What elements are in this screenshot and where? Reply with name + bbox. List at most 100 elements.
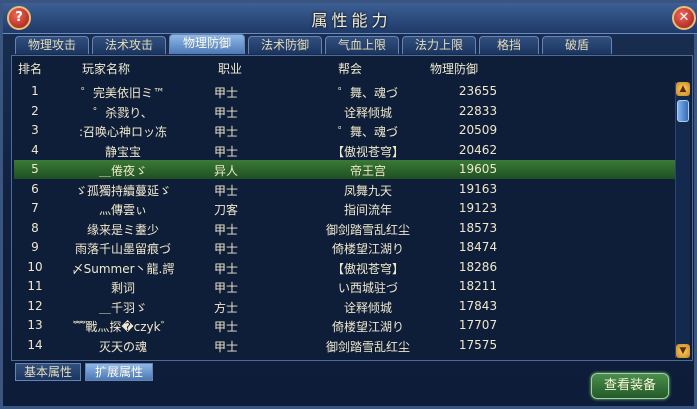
row-defense: 18474: [458, 240, 498, 254]
row-job: 异人: [214, 164, 239, 178]
tab-shield-break[interactable]: 破盾: [542, 36, 612, 54]
table-row[interactable]: 2 ゜杀戮り、 甲士 诠释倾城 22833: [14, 102, 676, 121]
table-row[interactable]: 7 灬傳雲ぃ 刀客 指间流年 19123: [14, 199, 676, 218]
row-defense: 23655: [458, 84, 498, 98]
row-defense: 19123: [458, 201, 498, 215]
row-player-name: ゜完美依旧ミ™: [80, 86, 165, 100]
tab-magic-defense[interactable]: 法术防御: [248, 36, 322, 54]
row-rank: 5: [31, 162, 39, 176]
row-guild: 帝王宫: [349, 164, 386, 178]
row-job: 甲士: [214, 261, 239, 276]
row-player-name: :召唤心神ロッ冻: [78, 125, 168, 139]
tab-mp-max[interactable]: 法力上限: [402, 36, 476, 54]
scroll-down-icon[interactable]: ▼: [676, 344, 690, 358]
row-player-name: 缘来是ミ耋少: [86, 222, 159, 237]
row-guild: 指间流年: [343, 203, 392, 217]
tab-physical-defense[interactable]: 物理防御: [169, 34, 245, 54]
table-row[interactable]: 9 雨落千山墨留痕づ 甲士 倚楼望江湖り 18474: [14, 238, 676, 257]
table-row[interactable]: 3 :召唤心神ロッ冻 甲士 ゜舞、魂づ 20509: [14, 121, 676, 140]
tab-physical-attack[interactable]: 物理攻击: [15, 36, 89, 54]
tab-basic-attributes[interactable]: 基本属性: [15, 363, 81, 381]
tab-magic-attack[interactable]: 法术攻击: [92, 36, 166, 54]
tab-extended-attributes[interactable]: 扩展属性: [85, 363, 153, 381]
scrollbar[interactable]: ▲ ▼: [675, 82, 690, 358]
table-row[interactable]: 10 〆Summer丶龍.諤 甲士 【傲视苍穹】 18286: [14, 258, 676, 277]
row-job: 方士: [214, 300, 239, 315]
row-rank: 9: [31, 240, 39, 254]
row-guild: い西城驻づ: [337, 281, 398, 295]
view-equipment-button[interactable]: 查看装备: [591, 373, 669, 399]
row-player-name: ゜杀戮り、: [93, 105, 153, 120]
table-header: 排名 玩家名称 职业 帮会 物理防御: [12, 56, 680, 80]
header-name: 玩家名称: [82, 62, 131, 76]
tab-block[interactable]: 格挡: [479, 36, 539, 54]
row-defense: 22833: [458, 103, 498, 118]
row-guild: ゜舞、魂づ: [337, 86, 398, 100]
table-row[interactable]: 4 静宝宝 甲士 【傲视苍穹】 20462: [14, 141, 676, 160]
row-job: 刀客: [214, 203, 239, 217]
row-guild: 诠释倾城: [343, 300, 392, 315]
row-rank: 13: [27, 318, 43, 332]
row-guild: ゜舞、魂づ: [337, 125, 398, 139]
row-player-name: 灭天の魂: [98, 339, 147, 354]
table-row[interactable]: 1 ゜完美依旧ミ™ 甲士 ゜舞、魂づ 23655: [14, 82, 676, 101]
header-guild: 帮会: [338, 62, 363, 76]
scroll-thumb[interactable]: [677, 100, 689, 122]
row-player-name: 剩词: [110, 281, 135, 295]
row-player-name: 灬傳雲ぃ: [98, 203, 147, 217]
table-row[interactable]: 6 ゞ孤獨持續蔓延ゞ 甲士 凤舞九天 19163: [14, 180, 676, 199]
row-guild: 倚楼望江湖り: [331, 242, 404, 256]
row-defense: 17707: [458, 318, 498, 332]
row-rank: 6: [31, 181, 39, 196]
header-rank: 排名: [18, 62, 43, 76]
row-rank: 8: [31, 220, 39, 235]
row-guild: 御剑踏雪乱红尘: [325, 339, 410, 354]
row-guild: 【傲视苍穹】: [331, 144, 404, 159]
row-job: 甲士: [214, 339, 239, 354]
row-defense: 20462: [458, 142, 498, 157]
tab-hp-max[interactable]: 气血上限: [325, 36, 399, 54]
table-row[interactable]: 11 剩词 甲士 い西城驻づ 18211: [14, 277, 676, 296]
row-rank: 1: [31, 84, 39, 98]
row-defense: 20509: [458, 123, 498, 137]
row-job: 甲士: [214, 320, 239, 334]
row-defense: 19605: [458, 162, 498, 176]
header-defense: 物理防御: [430, 62, 479, 76]
row-job: 甲士: [214, 86, 239, 100]
row-defense: 18211: [458, 279, 498, 293]
row-defense: 18286: [458, 259, 498, 274]
row-job: 甲士: [214, 105, 239, 120]
row-guild: 凤舞九天: [343, 183, 392, 198]
row-job: 甲士: [214, 183, 239, 198]
row-guild: 【傲视苍穹】: [331, 261, 404, 276]
row-player-name: 〆Summer丶龍.諤: [71, 261, 175, 276]
row-job: 甲士: [214, 125, 239, 139]
close-button[interactable]: ✕: [672, 6, 696, 30]
row-guild: 诠释倾城: [343, 105, 392, 120]
row-player-name: ＿倦夜ゞ: [98, 164, 147, 178]
row-player-name: ゞ孤獨持續蔓延ゞ: [74, 183, 171, 198]
table-row[interactable]: 14 灭天の魂 甲士 御剑踏雪乱红尘 17575: [14, 336, 676, 355]
row-rank: 12: [27, 298, 43, 313]
table-row[interactable]: 12 ＿千羽ゞ 方士 诠释倾城 17843: [14, 297, 676, 316]
row-rank: 2: [31, 103, 39, 118]
rank-window: ? 属性能力 ✕ 物理攻击 法术攻击 物理防御 法术防御 气血上限 法力上限 格…: [0, 0, 697, 409]
row-guild: 倚楼望江湖り: [331, 320, 404, 334]
row-guild: 御剑踏雪乱红尘: [325, 222, 410, 237]
table-row[interactable]: 5 ＿倦夜ゞ 异人 帝王宫 19605: [14, 160, 676, 179]
row-defense: 17575: [458, 337, 498, 352]
row-player-name: ﹌戰灬探�czyk゛: [73, 320, 173, 334]
row-defense: 18573: [458, 220, 498, 235]
row-rank: 3: [31, 123, 39, 137]
table-row[interactable]: 8 缘来是ミ耋少 甲士 御剑踏雪乱红尘 18573: [14, 219, 676, 238]
row-player-name: 静宝宝: [104, 144, 141, 159]
title-bar: ? 属性能力 ✕: [3, 3, 697, 34]
ranking-table: 排名 玩家名称 职业 帮会 物理防御 1 ゜完美依旧ミ™ 甲士 ゜舞、魂づ 23655 2…: [11, 55, 693, 361]
row-rank: 7: [31, 201, 39, 215]
table-row[interactable]: 13 ﹌戰灬探�czyk゛ 甲士 倚楼望江湖り 17707: [14, 316, 676, 335]
row-rank: 10: [27, 259, 43, 274]
row-job: 甲士: [214, 242, 239, 256]
row-rank: 4: [31, 142, 39, 157]
row-job: 甲士: [214, 281, 239, 295]
scroll-up-icon[interactable]: ▲: [676, 82, 690, 96]
